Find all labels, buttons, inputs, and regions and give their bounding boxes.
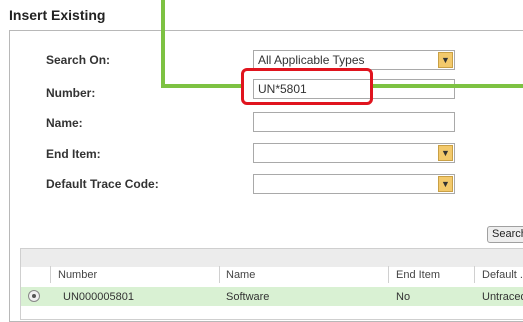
search-on-select[interactable]: All Applicable Types ▼ bbox=[253, 50, 455, 70]
column-header-number[interactable]: Number bbox=[58, 269, 97, 281]
chevron-down-icon[interactable]: ▼ bbox=[438, 176, 453, 192]
column-header-default-trace-code[interactable]: Default ... bbox=[482, 269, 523, 281]
dialog-title: Insert Existing bbox=[9, 7, 106, 23]
chevron-down-icon[interactable]: ▼ bbox=[438, 145, 453, 161]
name-label: Name: bbox=[46, 116, 83, 130]
end-item-label: End Item: bbox=[46, 147, 101, 161]
annotation-connector-vertical bbox=[161, 0, 165, 87]
cell-number: UN000005801 bbox=[63, 291, 134, 303]
results-table bbox=[20, 248, 523, 320]
search-on-value: All Applicable Types bbox=[258, 53, 365, 67]
cell-name: Software bbox=[226, 291, 270, 303]
name-input[interactable] bbox=[253, 112, 455, 132]
row-select-radio[interactable] bbox=[28, 290, 40, 302]
default-trace-code-select[interactable]: ▼ bbox=[253, 174, 455, 194]
column-header-end-item[interactable]: End Item bbox=[396, 269, 440, 281]
column-separator bbox=[219, 266, 220, 283]
end-item-select[interactable]: ▼ bbox=[253, 143, 455, 163]
number-label: Number: bbox=[46, 86, 96, 100]
default-trace-code-label: Default Trace Code: bbox=[46, 177, 159, 191]
annotation-connector-right bbox=[372, 84, 523, 88]
search-on-label: Search On: bbox=[46, 53, 111, 67]
cell-default-trace-code: Untraced bbox=[482, 291, 523, 303]
results-toolbar bbox=[21, 249, 523, 267]
annotation-connector-left bbox=[161, 84, 243, 88]
column-separator bbox=[474, 266, 475, 283]
column-header-name[interactable]: Name bbox=[226, 269, 255, 281]
search-button[interactable]: Search bbox=[487, 226, 523, 243]
number-highlight-box bbox=[241, 68, 373, 105]
cell-end-item: No bbox=[396, 291, 411, 303]
column-separator bbox=[388, 266, 389, 283]
chevron-down-icon[interactable]: ▼ bbox=[438, 52, 453, 68]
column-separator bbox=[50, 266, 51, 283]
